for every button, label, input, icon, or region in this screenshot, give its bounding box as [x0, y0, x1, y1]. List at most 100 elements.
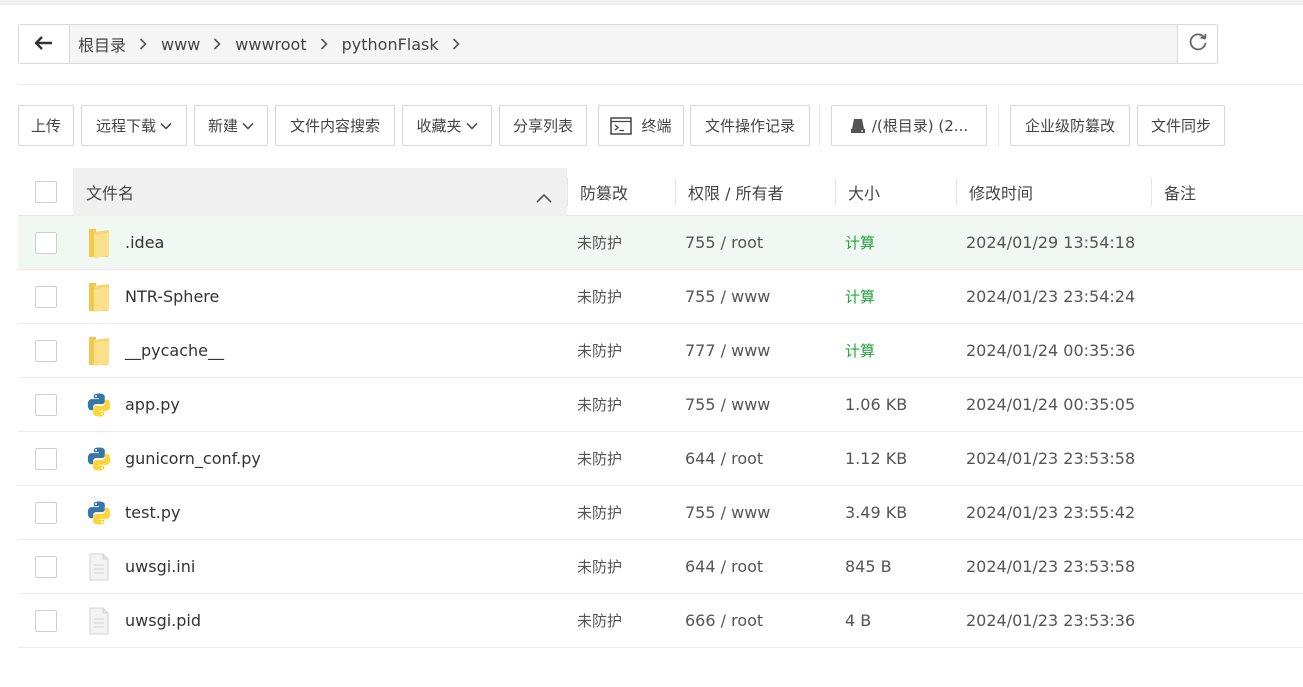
protection-status[interactable]: 未防护	[577, 448, 622, 469]
protection-cell: 未防护	[567, 270, 675, 323]
breadcrumb-item: pythonFlask	[342, 35, 474, 54]
remote-download-button[interactable]: 远程下载	[81, 105, 187, 146]
modified-time: 2024/01/23 23:53:58	[966, 557, 1136, 576]
header-protection-label: 防篡改	[580, 183, 629, 203]
back-button[interactable]	[19, 25, 70, 63]
header-note-label: 备注	[1164, 183, 1197, 203]
chevron-right-icon[interactable]	[139, 38, 147, 50]
header-note: 备注	[1151, 168, 1303, 216]
row-checkbox-cell	[18, 432, 73, 485]
note-cell[interactable]	[1146, 432, 1303, 485]
protection-status[interactable]: 未防护	[577, 394, 622, 415]
select-all-checkbox[interactable]	[35, 180, 57, 203]
perm-cell: 755 / www	[675, 270, 835, 323]
file-name[interactable]: test.py	[125, 503, 180, 522]
content-search-button[interactable]: 文件内容搜索	[275, 105, 395, 146]
share-list-button[interactable]: 分享列表	[499, 105, 587, 146]
upload-button[interactable]: 上传	[18, 105, 74, 146]
row-checkbox[interactable]	[35, 285, 57, 308]
protection-status[interactable]: 未防护	[577, 232, 622, 253]
chevron-down-icon	[160, 122, 172, 130]
sort-up-icon[interactable]	[536, 188, 552, 207]
perm-owner[interactable]: 644 / root	[685, 449, 763, 468]
disk-label: /(根目录) (2...	[871, 117, 969, 135]
perm-owner[interactable]: 666 / root	[685, 611, 763, 630]
note-cell[interactable]	[1146, 486, 1303, 539]
chevron-down-icon	[465, 122, 478, 130]
protection-status[interactable]: 未防护	[577, 286, 622, 307]
row-checkbox[interactable]	[35, 339, 57, 362]
calculate-size-link[interactable]: 计算	[845, 286, 875, 307]
size-cell: 计算	[835, 216, 956, 269]
row-checkbox-cell	[18, 216, 73, 269]
file-size: 845 B	[845, 557, 892, 576]
perm-owner[interactable]: 755 / www	[685, 287, 770, 306]
row-checkbox[interactable]	[35, 609, 57, 632]
file-name[interactable]: app.py	[125, 395, 180, 414]
perm-owner[interactable]: 755 / www	[685, 395, 770, 414]
perm-owner[interactable]: 644 / root	[685, 557, 763, 576]
refresh-icon	[1188, 32, 1208, 56]
note-cell[interactable]	[1146, 324, 1303, 377]
table-row[interactable]: __pycache__ 未防护 777 / www 计算 2024/01/24 00:3…	[18, 324, 1303, 378]
perm-owner[interactable]: 777 / www	[685, 341, 770, 360]
file-name-cell: gunicorn_conf.py	[73, 432, 567, 485]
table-row[interactable]: gunicorn_conf.py 未防护 644 / root 1.12 KB 2024…	[18, 432, 1303, 486]
refresh-button[interactable]	[1177, 25, 1217, 63]
file-sync-button[interactable]: 文件同步	[1137, 105, 1225, 146]
breadcrumb-link[interactable]: www	[161, 35, 200, 54]
terminal-button[interactable]: 终端	[598, 105, 684, 146]
disk-button[interactable]: /(根目录) (2...	[831, 105, 987, 146]
file-name[interactable]: gunicorn_conf.py	[125, 449, 261, 468]
file-name[interactable]: __pycache__	[125, 341, 224, 360]
row-checkbox[interactable]	[35, 447, 57, 470]
table-row[interactable]: uwsgi.pid 未防护 666 / root 4 B 2024/01/23 23:5…	[18, 594, 1303, 648]
table-row[interactable]: NTR-Sphere 未防护 755 / www 计算 2024/01/23 23:54…	[18, 270, 1303, 324]
mtime-cell: 2024/01/23 23:53:36	[956, 594, 1146, 647]
chevron-right-icon[interactable]	[452, 38, 460, 50]
size-cell: 4 B	[835, 594, 956, 647]
file-name[interactable]: uwsgi.ini	[125, 557, 195, 576]
breadcrumb-link[interactable]: 根目录	[78, 32, 126, 56]
file-name[interactable]: uwsgi.pid	[125, 611, 201, 630]
breadcrumb-link[interactable]: pythonFlask	[342, 35, 439, 54]
table-row[interactable]: test.py 未防护 755 / www 3.49 KB 2024/01/23 23:…	[18, 486, 1303, 540]
chevron-right-icon[interactable]	[320, 38, 328, 50]
perm-cell: 755 / www	[675, 378, 835, 431]
table-row[interactable]: .idea 未防护 755 / root 计算 2024/01/29 13:54:18	[18, 216, 1303, 270]
operation-log-button[interactable]: 文件操作记录	[690, 105, 810, 146]
note-cell[interactable]	[1146, 378, 1303, 431]
python-file-icon	[86, 443, 112, 475]
chevron-right-icon[interactable]	[213, 38, 221, 50]
new-button[interactable]: 新建	[194, 105, 268, 146]
row-checkbox[interactable]	[35, 501, 57, 524]
protection-status[interactable]: 未防护	[577, 556, 622, 577]
tamper-proof-button[interactable]: 企业级防篡改	[1010, 105, 1130, 146]
protection-cell: 未防护	[567, 594, 675, 647]
file-size: 1.12 KB	[845, 449, 908, 468]
favorites-button[interactable]: 收藏夹	[402, 105, 492, 146]
row-checkbox[interactable]	[35, 231, 57, 254]
note-cell[interactable]	[1146, 270, 1303, 323]
row-checkbox[interactable]	[35, 555, 57, 578]
row-checkbox[interactable]	[35, 393, 57, 416]
file-name[interactable]: .idea	[125, 233, 164, 252]
file-name[interactable]: NTR-Sphere	[125, 287, 219, 306]
header-size: 大小	[835, 168, 956, 216]
header-name[interactable]: 文件名	[73, 167, 567, 216]
calculate-size-link[interactable]: 计算	[845, 340, 875, 361]
protection-status[interactable]: 未防护	[577, 502, 622, 523]
note-cell[interactable]	[1146, 594, 1303, 647]
table-row[interactable]: uwsgi.ini 未防护 644 / root 845 B 2024/01/23 23…	[18, 540, 1303, 594]
calculate-size-link[interactable]: 计算	[845, 232, 875, 253]
protection-status[interactable]: 未防护	[577, 340, 622, 361]
note-cell[interactable]	[1146, 216, 1303, 269]
table-body: .idea 未防护 755 / root 计算 2024/01/29 13:54:18 N…	[18, 216, 1303, 648]
protection-cell: 未防护	[567, 486, 675, 539]
breadcrumb-link[interactable]: wwwroot	[235, 35, 306, 54]
note-cell[interactable]	[1146, 540, 1303, 593]
perm-owner[interactable]: 755 / www	[685, 503, 770, 522]
protection-status[interactable]: 未防护	[577, 610, 622, 631]
perm-owner[interactable]: 755 / root	[685, 233, 763, 252]
table-row[interactable]: app.py 未防护 755 / www 1.06 KB 2024/01/24 00:3…	[18, 378, 1303, 432]
